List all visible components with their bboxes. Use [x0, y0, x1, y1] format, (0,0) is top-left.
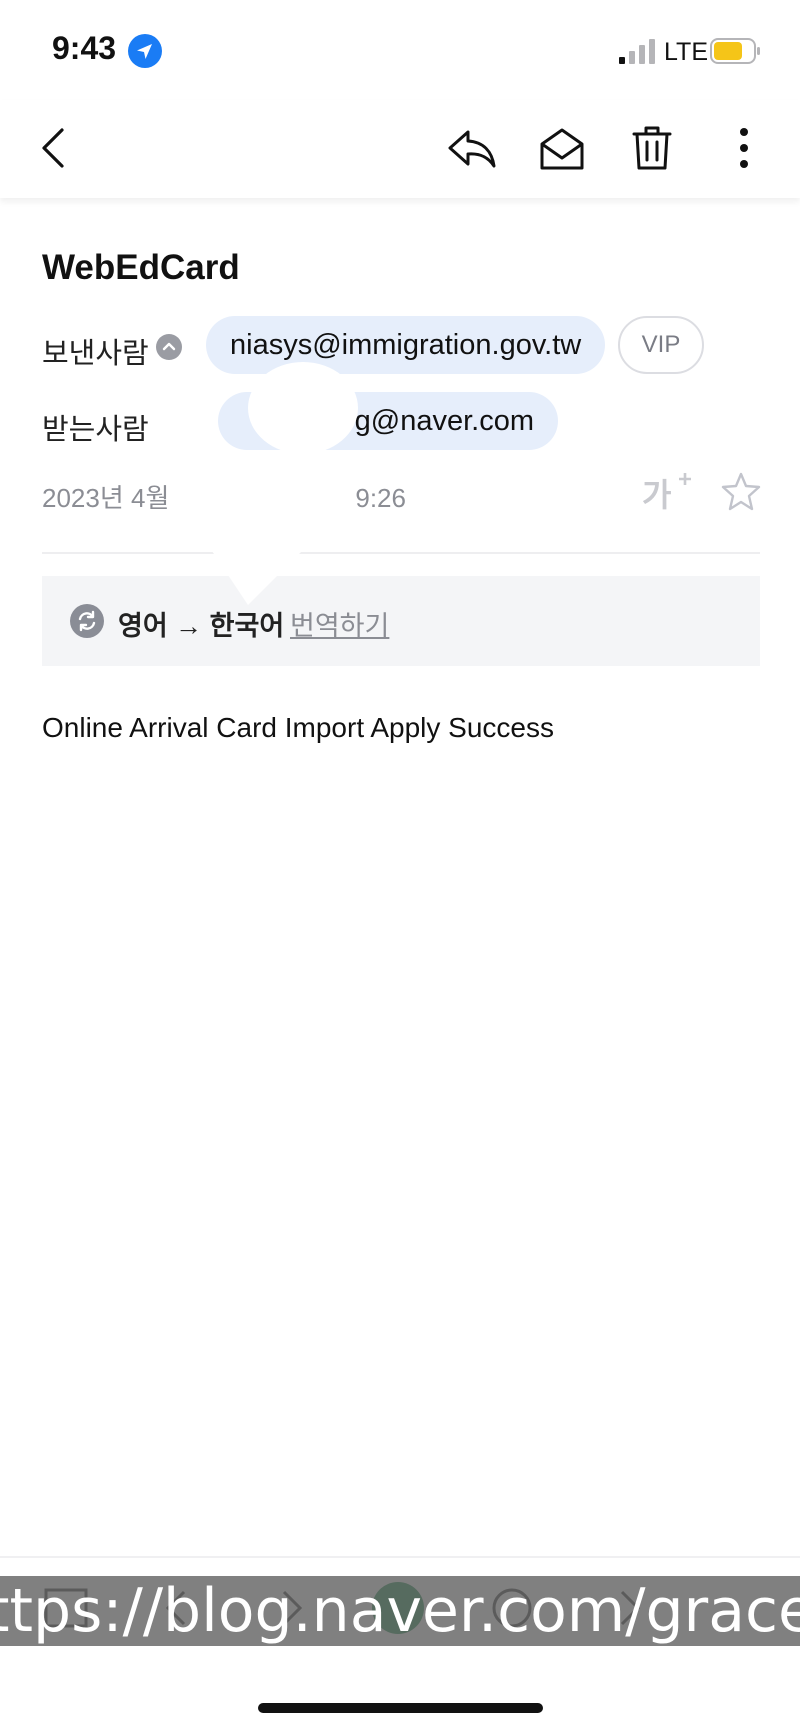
recipient-label: 받는사람: [42, 414, 149, 446]
redaction-mask: [248, 362, 358, 454]
translate-link[interactable]: 번역하기: [290, 604, 389, 643]
font-size-label: 가: [642, 477, 672, 513]
trash-icon: [632, 126, 672, 170]
mark-read-button[interactable]: [534, 120, 590, 176]
mail-toolbar: [0, 100, 800, 198]
mail-date: 2023년 4월 9:26: [42, 478, 406, 515]
sender-email-chip[interactable]: niasys@immigration.gov.tw: [206, 316, 606, 374]
status-bar: 9:43 LTE: [0, 0, 800, 100]
watermark-banner: ttps://blog.naver.com/graceyang: [0, 1576, 800, 1646]
sender-label: 보낸사람: [42, 338, 149, 370]
battery-icon: [710, 38, 760, 64]
watermark-text: ttps://blog.naver.com/graceyang: [0, 1576, 800, 1646]
reply-icon: [448, 130, 496, 168]
header-divider: [42, 552, 760, 554]
reply-button[interactable]: [444, 120, 500, 176]
back-button[interactable]: [28, 120, 84, 176]
vip-button[interactable]: VIP: [618, 316, 704, 374]
plus-icon: [679, 473, 691, 485]
envelope-open-icon: [540, 128, 584, 170]
mail-date-time: 9:26: [355, 483, 406, 513]
font-size-button[interactable]: 가: [642, 470, 696, 514]
chevron-up-icon: [162, 342, 176, 351]
home-indicator: [258, 1703, 543, 1713]
bottom-divider: [0, 1556, 800, 1558]
network-label: LTE: [664, 38, 708, 66]
delete-button[interactable]: [624, 120, 680, 176]
more-vertical-icon: [740, 128, 748, 168]
mail-body: Online Arrival Card Import Apply Success: [42, 712, 554, 743]
status-time: 9:43: [52, 30, 117, 66]
more-button[interactable]: [716, 120, 772, 176]
mail-subject: WebEdCard: [42, 248, 240, 287]
translate-icon: [70, 604, 104, 638]
sender-toggle-button[interactable]: [156, 334, 182, 360]
mail-date-prefix: 2023년 4월: [42, 483, 170, 513]
translate-bar: 영어 → 한국어 번역하기: [42, 576, 760, 666]
star-icon[interactable]: [720, 470, 762, 512]
cellular-signal-icon: [619, 39, 655, 64]
translate-languages: 영어 → 한국어: [118, 611, 285, 641]
chevron-left-icon: [42, 128, 64, 168]
location-arrow-icon: [128, 34, 162, 68]
